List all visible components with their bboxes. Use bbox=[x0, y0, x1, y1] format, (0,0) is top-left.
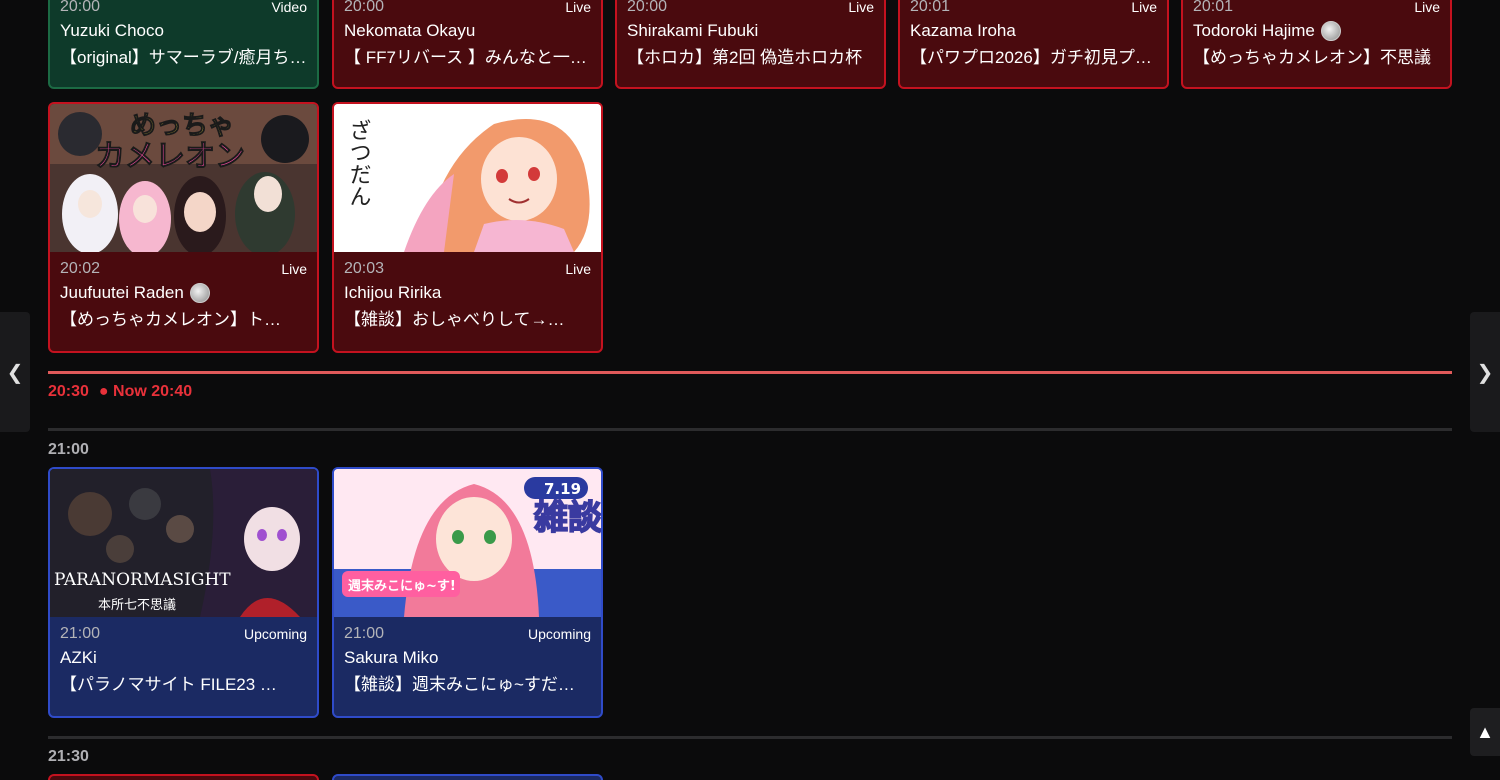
stream-time: 20:01 bbox=[1193, 0, 1234, 15]
stream-time: 20:02 bbox=[60, 259, 101, 277]
stream-card-partial[interactable] bbox=[332, 774, 603, 780]
stream-card-partial[interactable] bbox=[48, 774, 319, 780]
chevron-right-icon: ❯ bbox=[1476, 361, 1494, 384]
section-time-2100: 21:00 bbox=[48, 441, 89, 458]
stream-status: Live bbox=[848, 0, 874, 15]
stream-time: 21:00 bbox=[344, 624, 385, 642]
stream-thumbnail[interactable]: 雑談 7.19 週末みこにゅ~す! bbox=[334, 469, 601, 617]
stream-status: Live bbox=[1414, 0, 1440, 15]
stream-card-todoroki-hajime[interactable]: 20:01 Live Todoroki Hajime 【めっちゃカメレオン】不思議 bbox=[1181, 0, 1452, 89]
stream-title: 【雑談】おしゃべりして→… bbox=[344, 310, 565, 329]
streamer-name-text: Todoroki Hajime bbox=[1193, 21, 1315, 40]
stream-title: 【めっちゃカメレオン】ト… bbox=[60, 310, 281, 329]
streamer-name: Nekomata Okayu bbox=[344, 21, 476, 40]
stream-card-yuzuki-choco[interactable]: 20:00 Video Yuzuki Choco 【original】サマーラブ/… bbox=[48, 0, 319, 89]
collab-avatar-icon bbox=[1320, 21, 1341, 41]
now-marker: 20:30 ● Now 20:40 bbox=[48, 383, 192, 401]
thumb-subtitle: 本所七不思議 bbox=[98, 598, 176, 613]
stream-status: Live bbox=[281, 260, 307, 277]
thumbnail-art: 雑談 7.19 週末みこにゅ~す! bbox=[334, 469, 601, 617]
streamer-name: Ichijou Ririka bbox=[344, 283, 442, 302]
stream-time: 20:00 bbox=[60, 0, 101, 15]
streamer-name: Sakura Miko bbox=[344, 648, 439, 667]
stream-status: Live bbox=[565, 260, 591, 277]
collab-avatar-icon bbox=[189, 283, 210, 303]
stream-thumbnail[interactable]: めっちゃ カメレオン bbox=[50, 104, 317, 252]
arrow-up-icon: ▲ bbox=[1476, 721, 1494, 742]
stream-title: 【 FF7リバース 】みんなと一緒に bbox=[344, 48, 591, 67]
thumb-vertical-text: ざつだん bbox=[346, 119, 371, 207]
thumb-banner: 週末みこにゅ~す! bbox=[348, 578, 456, 594]
stream-status: Upcoming bbox=[243, 625, 307, 642]
streamer-name: Todoroki Hajime bbox=[1193, 18, 1440, 44]
section-time-2130: 21:30 bbox=[48, 748, 89, 765]
now-slot-time: 20:30 bbox=[48, 383, 89, 400]
thumbnail-art: PARANORMASIGHT 本所七不思議 bbox=[50, 469, 317, 617]
streamer-name: Juufuutei Raden bbox=[60, 280, 307, 306]
stream-time: 20:03 bbox=[344, 259, 385, 277]
stream-status: Video bbox=[271, 0, 307, 15]
stream-card-azki[interactable]: PARANORMASIGHT 本所七不思議 21:00 Upcoming AZKi… bbox=[48, 467, 319, 718]
stream-time: 20:01 bbox=[910, 0, 951, 15]
thumbnail-art: ざつだん bbox=[334, 104, 601, 252]
now-current-time: ● Now 20:40 bbox=[98, 383, 193, 400]
stream-title: 【ホロカ】第2回 偽造ホロカ杯 bbox=[627, 48, 863, 67]
stream-title: 【めっちゃカメレオン】不思議 bbox=[1193, 48, 1431, 67]
section-divider bbox=[48, 428, 1452, 431]
stream-thumbnail[interactable]: ざつだん bbox=[334, 104, 601, 252]
stream-status: Live bbox=[565, 0, 591, 15]
stream-card-ichijou-ririka[interactable]: ざつだん 20:03 Live Ichijou Ririka 【雑談】おしゃべりし… bbox=[332, 102, 603, 353]
stream-card-kazama-iroha[interactable]: 20:01 Live Kazama Iroha 【パワプロ2026】ガチ初見プレイ bbox=[898, 0, 1169, 89]
stream-status: Upcoming bbox=[527, 625, 591, 642]
thumb-logo-line1: めっちゃ bbox=[130, 111, 234, 141]
schedule-page: 20:00 Video Yuzuki Choco 【original】サマーラブ/… bbox=[0, 0, 1500, 780]
thumb-date-badge: 7.19 bbox=[544, 480, 581, 498]
next-day-button[interactable]: ❯ bbox=[1470, 312, 1500, 432]
streamer-name: AZKi bbox=[60, 648, 97, 667]
stream-card-shirakami-fubuki[interactable]: 20:00 Live Shirakami Fubuki 【ホロカ】第2回 偽造ホロ… bbox=[615, 0, 886, 89]
thumb-big-text: 雑談 bbox=[533, 498, 601, 538]
now-divider bbox=[48, 371, 1452, 374]
stream-title: 【パラノマサイト FILE23 … bbox=[60, 675, 277, 694]
stream-time: 21:00 bbox=[60, 624, 101, 642]
streamer-name: Yuzuki Choco bbox=[60, 21, 164, 40]
stream-time: 20:00 bbox=[344, 0, 385, 15]
prev-day-button[interactable]: ❮ bbox=[0, 312, 30, 432]
thumb-logo: PARANORMASIGHT bbox=[54, 570, 231, 590]
stream-card-nekomata-okayu[interactable]: 20:00 Live Nekomata Okayu 【 FF7リバース 】みんなと… bbox=[332, 0, 603, 89]
stream-status: Live bbox=[1131, 0, 1157, 15]
stream-thumbnail[interactable]: PARANORMASIGHT 本所七不思議 bbox=[50, 469, 317, 617]
stream-title: 【雑談】週末みこにゅ~すだ… bbox=[344, 675, 575, 694]
stream-title: 【パワプロ2026】ガチ初見プレイ bbox=[910, 48, 1157, 67]
stream-card-juufuutei-raden[interactable]: めっちゃ カメレオン 20:02 Live Juufuutei Raden 【めっ… bbox=[48, 102, 319, 353]
thumb-logo-line2: カメレオン bbox=[95, 139, 245, 174]
scroll-to-top-button[interactable]: ▲ bbox=[1470, 708, 1500, 756]
streamer-name: Shirakami Fubuki bbox=[627, 21, 759, 40]
stream-title: 【original】サマーラブ/癒月ちょこ bbox=[60, 48, 307, 67]
section-divider bbox=[48, 736, 1452, 739]
chevron-left-icon: ❮ bbox=[6, 361, 24, 384]
thumbnail-art: めっちゃ カメレオン bbox=[50, 104, 317, 252]
stream-time: 20:00 bbox=[627, 0, 668, 15]
streamer-name-text: Juufuutei Raden bbox=[60, 283, 184, 302]
streamer-name: Kazama Iroha bbox=[910, 21, 1016, 40]
stream-card-sakura-miko[interactable]: 雑談 7.19 週末みこにゅ~す! 21:00 Upcoming Sakura M… bbox=[332, 467, 603, 718]
